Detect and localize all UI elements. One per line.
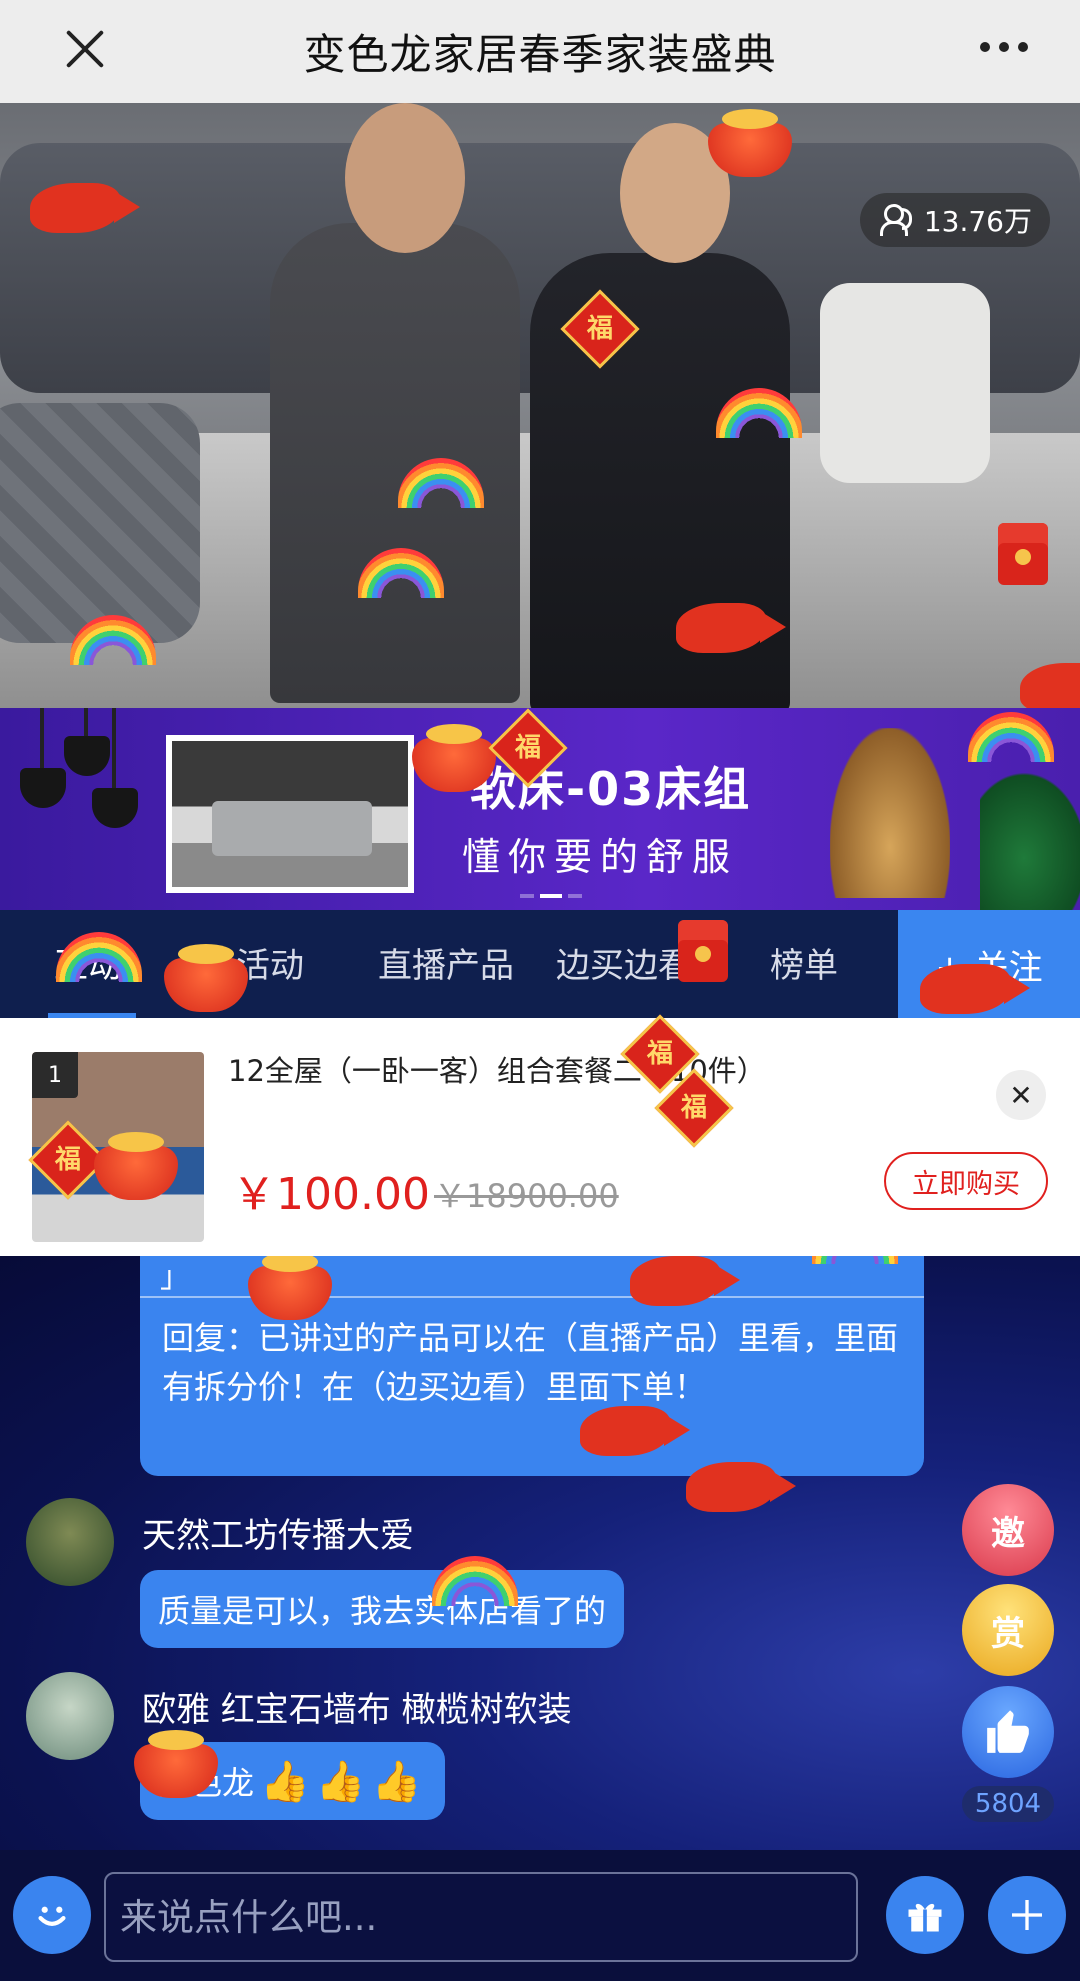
tab-buy-while-watching[interactable]: 边买边看 [556, 938, 692, 987]
tab-rankings[interactable]: 榜单 [770, 938, 838, 987]
plant-decoration [980, 768, 1080, 910]
gift-button[interactable] [886, 1876, 964, 1954]
invite-button[interactable]: 邀 [962, 1484, 1054, 1576]
tab-live-products[interactable]: 直播产品 [378, 938, 514, 987]
video-person [270, 223, 520, 703]
people-icon [879, 204, 912, 236]
chat-area[interactable]: 」 回复：已讲过的产品可以在（直播产品）里看，里面有拆分价！在（边买边看）里面下… [0, 1256, 1080, 1850]
smile-icon [38, 1906, 66, 1926]
lamp-cord [40, 708, 44, 768]
more-actions-button[interactable] [988, 1876, 1066, 1954]
lamp-cord [84, 708, 88, 738]
chat-message-text: 变色龙 [158, 1764, 255, 1802]
reward-button[interactable]: 赏 [962, 1584, 1054, 1676]
viewer-count-badge: 13.76万 [859, 193, 1050, 247]
chat-message: 变色龙 👍👍👍 [140, 1742, 446, 1820]
reply-text: 回复：已讲过的产品可以在（直播产品）里看，里面有拆分价！在（边买边看）里面下单！ [162, 1319, 899, 1406]
host-reply-bubble: 」 回复：已讲过的产品可以在（直播产品）里看，里面有拆分价！在（边买边看）里面下… [140, 1256, 924, 1476]
page-title: 变色龙家居春季家装盛典 [303, 30, 777, 79]
reply-divider [140, 1296, 924, 1298]
lamp-icon [64, 736, 110, 776]
more-icon[interactable] [980, 42, 1028, 52]
follow-button[interactable]: + 关注 [898, 910, 1080, 1018]
video-pillow [820, 283, 990, 483]
plus-icon [1012, 1900, 1042, 1930]
thumbs-up-emoji: 👍👍👍 [260, 1758, 428, 1805]
like-button[interactable] [962, 1686, 1054, 1778]
like-count: 5804 [962, 1786, 1054, 1822]
gift-icon [908, 1903, 942, 1932]
product-card[interactable]: 1 12全屋（一卧一客）组合套餐二（10件） ￥100.00 ￥18900.00… [0, 1014, 1080, 1256]
promo-banner[interactable]: 软床-03床组 懂你要的舒服 福 [0, 708, 1080, 910]
product-price: ￥100.00 [232, 1169, 430, 1220]
tab-activities[interactable]: 活动 [236, 938, 304, 987]
product-index-badge: 1 [32, 1052, 78, 1098]
banner-pagination [520, 894, 582, 898]
rainbow-icon [968, 712, 1054, 762]
product-name: 12全屋（一卧一客）组合套餐二（10件） [228, 1054, 766, 1088]
avatar[interactable] [26, 1498, 114, 1586]
banner-subtitle: 懂你要的舒服 [462, 835, 739, 879]
viewer-count: 13.76万 [923, 205, 1032, 238]
lamp-cord [112, 708, 116, 788]
live-video[interactable]: 13.76万 福 [0, 103, 1080, 708]
product-thumbnail[interactable]: 1 [32, 1052, 204, 1242]
product-original-price: ￥18900.00 [434, 1177, 619, 1215]
close-product-button[interactable]: ✕ [996, 1070, 1046, 1120]
deer-decoration [830, 728, 950, 898]
chat-message: 质量是可以，我去实体店看了的 [140, 1570, 625, 1648]
chat-username: 欧雅 红宝石墙布 橄榄树软装 [142, 1690, 572, 1730]
video-person-head [620, 123, 730, 263]
lamp-icon [20, 768, 66, 808]
video-pillow [0, 403, 200, 643]
tab-interact[interactable]: 互动 [54, 938, 122, 987]
video-person [530, 253, 790, 708]
buy-now-button[interactable]: 立即购买 [884, 1152, 1048, 1210]
close-icon[interactable] [60, 24, 110, 74]
lamp-icon [92, 788, 138, 828]
tab-bar: 互动 活动 直播产品 边买边看 榜单 + 关注 [0, 910, 1080, 1018]
bottom-bar [0, 1850, 1080, 1981]
thumbs-up-icon [987, 1710, 1029, 1753]
emoji-button[interactable] [13, 1876, 91, 1954]
chat-username: 天然工坊传播大爱 [142, 1516, 414, 1556]
chat-message-text: 质量是可以，我去实体店看了的 [158, 1592, 607, 1630]
avatar[interactable] [26, 1672, 114, 1760]
title-bar: 变色龙家居春季家装盛典 [0, 0, 1080, 103]
banner-title: 软床-03床组 [470, 762, 752, 816]
reply-quote-mark: 」 [160, 1260, 190, 1295]
banner-bed-photo [166, 735, 414, 893]
video-person-head [345, 103, 465, 253]
chat-input[interactable] [104, 1872, 858, 1962]
